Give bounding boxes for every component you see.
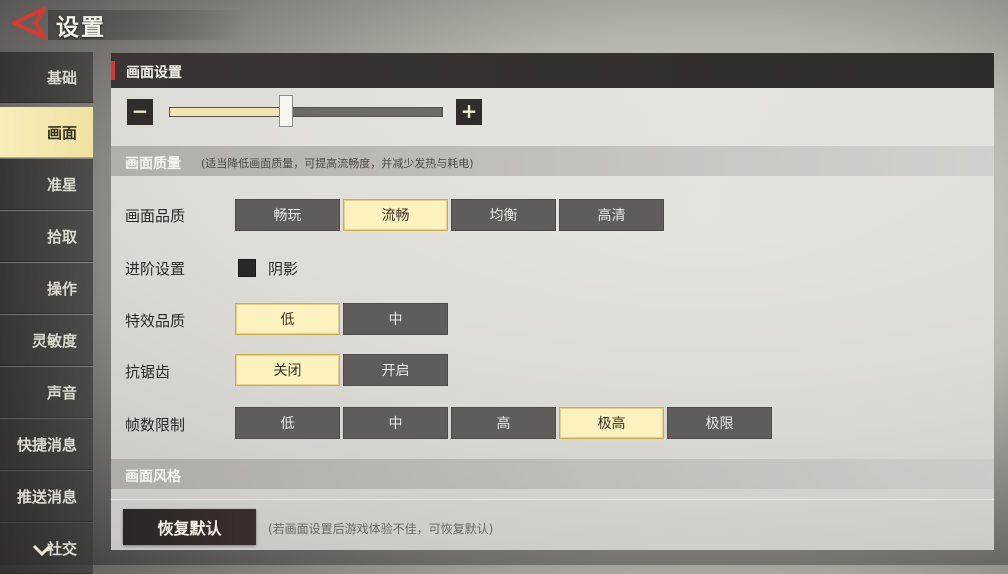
increase-button[interactable]: +	[456, 99, 482, 125]
section-header-style: 画面风格	[111, 459, 994, 489]
effects-quality-option-medium[interactable]: 中	[343, 303, 448, 335]
divider	[111, 499, 994, 500]
graphics-settings-panel: 画面设置 − + 画面质量 (适当降低画面质量，可提高流畅度，并减少发热与耗电)…	[111, 53, 994, 550]
effects-quality-label: 特效品质	[125, 312, 186, 330]
reset-note: (若画面设置后游戏体验不佳，可恢复默认)	[268, 522, 494, 536]
reset-default-button[interactable]: 恢复默认	[123, 509, 256, 545]
picture-quality-option-hd[interactable]: 高清	[559, 199, 664, 231]
sidebar-item-pickup[interactable]: 拾取	[0, 211, 93, 262]
anti-aliasing-option-off[interactable]: 关闭	[235, 354, 340, 386]
brightness-slider[interactable]	[169, 107, 443, 117]
frame-limit-label: 帧数限制	[125, 416, 186, 434]
anti-aliasing-label: 抗锯齿	[125, 363, 171, 381]
picture-quality-option-fluent[interactable]: 流畅	[343, 199, 448, 231]
picture-quality-option-smooth-play[interactable]: 畅玩	[235, 199, 340, 231]
sidebar-item-graphics[interactable]: 画面	[0, 107, 93, 158]
chevron-down-icon[interactable]	[32, 544, 52, 556]
picture-quality-label: 画面品质	[125, 207, 186, 225]
back-arrow-icon[interactable]	[10, 7, 46, 39]
sidebar-item-crosshair[interactable]: 准星	[0, 159, 93, 210]
slider-handle[interactable]	[279, 95, 293, 127]
sidebar-item-push-messages[interactable]: 推送消息	[0, 471, 93, 522]
sidebar-item-basic[interactable]: 基础	[0, 52, 93, 103]
picture-quality-option-balanced[interactable]: 均衡	[451, 199, 556, 231]
slider-fill	[170, 108, 287, 116]
frame-limit-option-low[interactable]: 低	[235, 407, 340, 439]
advanced-settings-label: 进阶设置	[125, 260, 186, 278]
sidebar-item-controls[interactable]: 操作	[0, 263, 93, 314]
frame-limit-option-very-high[interactable]: 极高	[559, 407, 664, 439]
sidebar-item-quick-messages[interactable]: 快捷消息	[0, 419, 93, 470]
section-note: (适当降低画面质量，可提高流畅度，并减少发热与耗电)	[201, 157, 474, 170]
header: 设置	[0, 0, 1008, 48]
frame-limit-option-extreme[interactable]: 极限	[667, 407, 772, 439]
anti-aliasing-option-on[interactable]: 开启	[343, 354, 448, 386]
section-title: 画面质量	[125, 156, 181, 172]
frame-limit-option-medium[interactable]: 中	[343, 407, 448, 439]
page-title: 设置	[56, 15, 106, 41]
sidebar-item-sensitivity[interactable]: 灵敏度	[0, 315, 93, 366]
shadow-checkbox[interactable]	[238, 259, 256, 277]
panel-header: 画面设置	[111, 53, 994, 88]
sidebar: 基础 画面 准星 拾取 操作 灵敏度 声音 快捷消息 推送消息 社交	[0, 52, 93, 574]
section-header-quality: 画面质量 (适当降低画面质量，可提高流畅度，并减少发热与耗电)	[111, 146, 994, 176]
sidebar-item-sound[interactable]: 声音	[0, 367, 93, 418]
decrease-button[interactable]: −	[127, 99, 153, 125]
shadow-label: 阴影	[268, 260, 299, 278]
effects-quality-option-low[interactable]: 低	[235, 303, 340, 335]
header-accent-mark	[111, 61, 115, 80]
frame-limit-option-high[interactable]: 高	[451, 407, 556, 439]
panel-title: 画面设置	[126, 65, 182, 81]
section-title: 画面风格	[125, 469, 181, 485]
